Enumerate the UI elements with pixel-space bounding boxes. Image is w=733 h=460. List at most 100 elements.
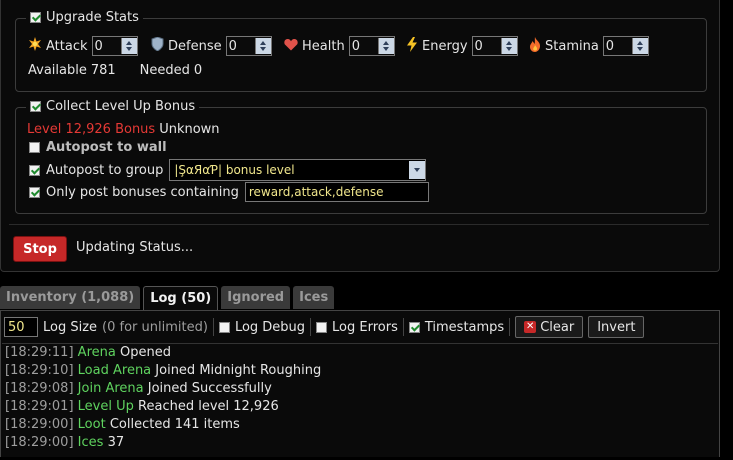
log-category: Level Up — [77, 399, 134, 414]
shield-icon — [151, 36, 164, 55]
autopost-wall-row: Autopost to wall — [29, 140, 167, 155]
chevron-down-icon[interactable] — [409, 161, 426, 179]
log-message: Joined Midnight Roughing — [155, 363, 322, 378]
lightning-icon — [406, 36, 418, 56]
flame-icon — [529, 36, 541, 56]
log-entry: [18:29:08] Join Arena Joined Successfull… — [2, 380, 718, 398]
log-debug-checkbox[interactable] — [218, 321, 230, 333]
clear-label: Clear — [540, 319, 575, 335]
level-bonus-title: Collect Level Up Bonus — [46, 99, 196, 114]
log-debug-label: Log Debug — [234, 319, 306, 335]
log-time: [18:29:11] — [5, 345, 74, 360]
separator — [509, 318, 511, 336]
log-entry: [18:29:11] Arena Opened — [2, 344, 718, 362]
separator — [310, 318, 312, 336]
autopost-group-checkbox[interactable] — [29, 164, 40, 176]
log-errors-label: Log Errors — [332, 319, 398, 335]
separator — [402, 318, 404, 336]
clear-button[interactable]: ✕ Clear — [515, 316, 584, 338]
log-category: Arena — [77, 345, 116, 360]
log-size-input[interactable]: 50 — [4, 317, 38, 337]
increment-icon — [383, 41, 390, 45]
health-stepper[interactable]: 0 — [348, 36, 395, 56]
tab-log[interactable]: Log (50) — [143, 286, 219, 310]
stat-attack: Attack 0 — [28, 36, 138, 56]
decrement-icon — [637, 47, 644, 51]
log-time: [18:29:08] — [5, 381, 74, 396]
settings-panel: Upgrade Stats Attack 0 Defense 0 Health … — [0, 0, 720, 272]
invert-button[interactable]: Invert — [588, 316, 645, 338]
attack-burst-icon — [28, 37, 42, 55]
tab-inventory[interactable]: Inventory (1,088) — [0, 286, 141, 309]
log-time: [18:29:01] — [5, 399, 74, 414]
attack-stepper[interactable]: 0 — [91, 36, 138, 56]
log-list[interactable]: [18:29:11] Arena Opened [18:29:10] Load … — [2, 343, 718, 460]
level-bonus-state: Unknown — [159, 122, 220, 137]
autopost-wall-label: Autopost to wall — [46, 140, 167, 155]
log-category: Join Arena — [77, 381, 144, 396]
level-bonus-text: Level 12,926 Bonus — [27, 122, 156, 137]
log-panel: 50 Log Size (0 for unlimited) Log Debug … — [0, 310, 720, 457]
level-bonus-checkbox[interactable] — [30, 101, 41, 112]
log-time: [18:29:10] — [5, 363, 74, 378]
decrement-icon — [260, 47, 267, 51]
log-entry: [18:29:10] Load Arena Joined Midnight Ro… — [2, 362, 718, 380]
autopost-group-row: Autopost to group |ŞαЯαƤ| bonus level — [29, 159, 427, 181]
stat-energy: Energy 0 — [406, 36, 518, 56]
separator — [212, 318, 214, 336]
log-category: Load Arena — [77, 363, 152, 378]
tab-ices[interactable]: Ices — [293, 286, 335, 309]
status-text: Updating Status... — [76, 240, 194, 255]
log-entry: [18:29:00] Ices 37 — [2, 434, 718, 452]
log-toolbar: 50 Log Size (0 for unlimited) Log Debug … — [4, 316, 645, 338]
only-post-label: Only post bonuses containing — [46, 184, 239, 200]
upgrade-stats-title: Upgrade Stats — [46, 10, 139, 25]
defense-label: Defense — [168, 38, 222, 54]
timestamps-label: Timestamps — [424, 319, 505, 335]
tab-ignored[interactable]: Ignored — [221, 286, 291, 309]
decrement-icon — [126, 47, 133, 51]
health-label: Health — [302, 38, 345, 54]
log-message: Joined Successfully — [147, 381, 272, 396]
level-bonus-status: Level 12,926 Bonus Unknown — [27, 122, 220, 137]
log-message: Opened — [119, 345, 171, 360]
log-entry: [18:29:00] Loot Collected 141 items — [2, 416, 718, 434]
increment-icon — [126, 41, 133, 45]
heart-icon — [284, 38, 298, 55]
log-category: Loot — [77, 417, 106, 432]
log-time: [18:29:00] — [5, 435, 74, 450]
increment-icon — [506, 41, 513, 45]
increment-icon — [637, 41, 644, 45]
energy-stepper[interactable]: 0 — [471, 36, 518, 56]
upgrade-stats-legend: Upgrade Stats — [26, 10, 143, 25]
needed-value: 0 — [193, 63, 203, 78]
log-message: Collected 141 items — [109, 417, 240, 432]
timestamps-checkbox[interactable] — [408, 321, 420, 333]
upgrade-stats-checkbox[interactable] — [30, 12, 41, 23]
autopost-wall-checkbox[interactable] — [29, 142, 40, 153]
attack-label: Attack — [46, 38, 88, 54]
log-message: Reached level 12,926 — [138, 399, 279, 414]
log-errors-checkbox[interactable] — [316, 321, 328, 333]
tab-bar: Inventory (1,088) Log (50) Ignored Ices — [0, 286, 335, 310]
defense-stepper[interactable]: 0 — [225, 36, 272, 56]
keywords-input[interactable]: reward,attack,defense — [244, 182, 429, 202]
only-post-checkbox[interactable] — [29, 186, 40, 198]
available-label: Available — [28, 63, 87, 78]
log-category: Ices — [77, 435, 104, 450]
stat-stamina: Stamina 0 — [529, 36, 649, 56]
divider — [9, 224, 709, 225]
log-entry: [18:29:01] Level Up Reached level 12,926 — [2, 398, 718, 416]
stamina-label: Stamina — [545, 38, 599, 54]
needed-label: Needed — [139, 63, 190, 78]
group-select[interactable]: |ŞαЯαƤ| bonus level — [169, 159, 427, 181]
log-size-hint: (0 for unlimited) — [102, 319, 208, 335]
log-message: 37 — [107, 435, 125, 450]
increment-icon — [260, 41, 267, 45]
log-size-label: Log Size — [43, 319, 98, 335]
autopost-group-label: Autopost to group — [46, 162, 164, 178]
stop-button[interactable]: Stop — [13, 236, 67, 262]
points-summary: Available 781 Needed 0 — [28, 63, 202, 78]
stamina-stepper[interactable]: 0 — [602, 36, 649, 56]
group-select-value: |ŞαЯαƤ| bonus level — [174, 163, 295, 177]
